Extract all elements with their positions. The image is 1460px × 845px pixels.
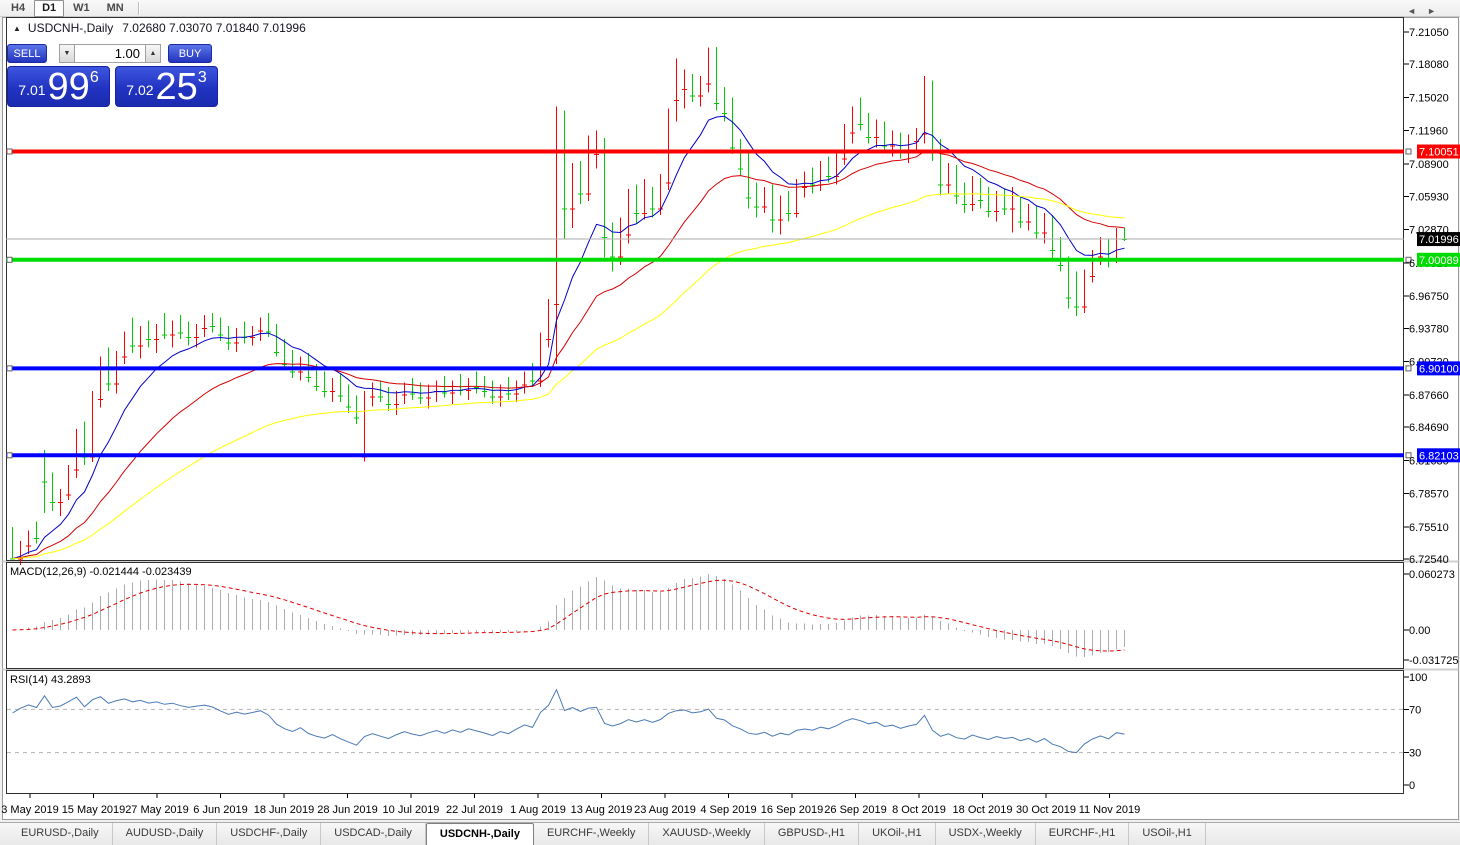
chart-tab-usdcad-daily[interactable]: USDCAD-,Daily [321, 823, 426, 845]
svg-text:100: 100 [1409, 672, 1427, 684]
svg-text:6.72540: 6.72540 [1409, 554, 1449, 566]
macd-indicator-label: MACD(12,26,9) -0.021444 -0.023439 [10, 566, 192, 578]
svg-text:7.01996: 7.01996 [1419, 234, 1459, 246]
chart-tab-gbpusd-h1[interactable]: GBPUSD-,H1 [765, 823, 859, 845]
svg-text:6.82103: 6.82103 [1419, 450, 1459, 462]
svg-text:0.060273: 0.060273 [1409, 569, 1455, 581]
volume-stepper: ▼ 1.00 ▲ [59, 44, 161, 63]
svg-text:7.05930: 7.05930 [1409, 191, 1449, 203]
svg-text:1 Aug 2019: 1 Aug 2019 [510, 804, 566, 816]
tab-scroll-right-icon[interactable]: ► [1427, 6, 1436, 16]
chart-tab-usdcnh-daily[interactable]: USDCNH-,Daily [426, 823, 534, 845]
svg-text:6.90100: 6.90100 [1419, 363, 1459, 375]
buy-price-pip: 3 [198, 69, 207, 87]
chart-symbol-title: USDCNH-,Daily [28, 21, 113, 35]
svg-text:15 May 2019: 15 May 2019 [62, 804, 126, 816]
volume-input[interactable]: 1.00 [75, 44, 145, 63]
mt4-window: H4 D1 W1 MN 7.21050 7.18080 7.15020 7.11960… [0, 0, 1460, 845]
chart-tab-usdchf-daily[interactable]: USDCHF-,Daily [217, 823, 321, 845]
svg-text:8 Oct 2019: 8 Oct 2019 [892, 804, 946, 816]
chart-tab-eurusd-daily[interactable]: EURUSD-,Daily [8, 823, 113, 845]
svg-text:6.93780: 6.93780 [1409, 323, 1449, 335]
svg-text:7.10051: 7.10051 [1419, 147, 1459, 159]
svg-text:23 Aug 2019: 23 Aug 2019 [634, 804, 696, 816]
volume-increase-icon[interactable]: ▲ [145, 44, 161, 63]
svg-text:7.21050: 7.21050 [1409, 27, 1449, 39]
buy-button[interactable]: BUY [168, 44, 212, 63]
svg-text:6 Jun 2019: 6 Jun 2019 [193, 804, 247, 816]
svg-text:4 Sep 2019: 4 Sep 2019 [700, 804, 756, 816]
timeframe-mn-button[interactable]: MN [99, 0, 132, 17]
chart-canvas[interactable]: 7.21050 7.18080 7.15020 7.11960 7.08900 7.059… [0, 0, 1460, 845]
svg-text:10 Jul 2019: 10 Jul 2019 [383, 804, 440, 816]
rsi-indicator-label: RSI(14) 43.2893 [10, 674, 91, 686]
svg-text:7.11960: 7.11960 [1409, 126, 1448, 138]
svg-text:6.75510: 6.75510 [1409, 522, 1449, 534]
svg-text:27 May 2019: 27 May 2019 [125, 804, 189, 816]
svg-text:0: 0 [1409, 780, 1415, 792]
timeframe-toolbar: H4 D1 W1 MN [0, 0, 1460, 17]
sell-price-display[interactable]: 7.01 99 6 [7, 66, 110, 107]
chart-ohlc-values: 7.02680 7.03070 7.01840 7.01996 [122, 21, 306, 35]
svg-text:30 Oct 2019: 30 Oct 2019 [1016, 804, 1076, 816]
svg-text:22 Jul 2019: 22 Jul 2019 [446, 804, 503, 816]
tab-scroll-arrows: ◄ ► [1407, 6, 1436, 16]
svg-text:30: 30 [1409, 748, 1421, 760]
timeframe-h4-button[interactable]: H4 [3, 0, 33, 17]
svg-text:28 Jun 2019: 28 Jun 2019 [317, 804, 378, 816]
chart-tab-usoil-h1[interactable]: USOil-,H1 [1129, 823, 1206, 845]
svg-text:6.96750: 6.96750 [1409, 291, 1449, 303]
volume-decrease-icon[interactable]: ▼ [59, 44, 75, 63]
svg-text:-0.031725: -0.031725 [1409, 655, 1459, 667]
buy-price-prefix: 7.02 [126, 82, 153, 98]
collapse-panel-icon[interactable]: ▲ [13, 24, 21, 33]
svg-text:13 Aug 2019: 13 Aug 2019 [571, 804, 633, 816]
svg-text:3 May 2019: 3 May 2019 [1, 804, 58, 816]
svg-text:16 Sep 2019: 16 Sep 2019 [761, 804, 823, 816]
svg-text:11 Nov 2019: 11 Nov 2019 [1079, 804, 1141, 816]
chart-tab-usdx-weekly[interactable]: USDX-,Weekly [936, 823, 1036, 845]
chart-title-bar: ▲ USDCNH-,Daily 7.02680 7.03070 7.01840 … [13, 21, 306, 35]
window-chrome [3, 18, 1459, 820]
svg-text:6.84690: 6.84690 [1409, 422, 1449, 434]
svg-text:0.00: 0.00 [1409, 625, 1430, 637]
tab-scroll-left-icon[interactable]: ◄ [1407, 6, 1416, 16]
svg-text:7.18080: 7.18080 [1409, 59, 1449, 71]
buy-price-display[interactable]: 7.02 25 3 [115, 66, 218, 107]
chart-tab-eurchf-h1[interactable]: EURCHF-,H1 [1036, 823, 1130, 845]
sell-button[interactable]: SELL [7, 44, 47, 63]
svg-text:18 Jun 2019: 18 Jun 2019 [254, 804, 315, 816]
svg-text:7.00089: 7.00089 [1419, 255, 1459, 267]
svg-text:7.08900: 7.08900 [1409, 159, 1449, 171]
one-click-trading-panel: SELL ▼ 1.00 ▲ BUY 7.01 99 6 7.02 25 3 [7, 43, 221, 107]
timeframe-w1-button[interactable]: W1 [65, 0, 98, 17]
timeframe-d1-button[interactable]: D1 [34, 0, 64, 17]
toolbar-separator [138, 2, 140, 15]
sell-price-pip: 6 [90, 69, 99, 87]
chart-tab-ukoil-h1[interactable]: UKOil-,H1 [859, 823, 936, 845]
svg-text:70: 70 [1409, 704, 1421, 716]
svg-text:6.78570: 6.78570 [1409, 489, 1449, 501]
chart-tab-xauusd-weekly[interactable]: XAUUSD-,Weekly [649, 823, 764, 845]
sell-price-main: 99 [48, 72, 90, 102]
svg-text:6.87660: 6.87660 [1409, 390, 1449, 402]
chart-tab-audusd-daily[interactable]: AUDUSD-,Daily [113, 823, 218, 845]
sell-price-prefix: 7.01 [18, 82, 45, 98]
chart-tabbar: EURUSD-,DailyAUDUSD-,DailyUSDCHF-,DailyU… [0, 822, 1460, 845]
svg-text:26 Sep 2019: 26 Sep 2019 [824, 804, 886, 816]
chart-tab-eurchf-weekly[interactable]: EURCHF-,Weekly [534, 823, 649, 845]
svg-text:7.15020: 7.15020 [1409, 93, 1449, 105]
buy-price-main: 25 [156, 72, 198, 102]
svg-text:18 Oct 2019: 18 Oct 2019 [953, 804, 1013, 816]
